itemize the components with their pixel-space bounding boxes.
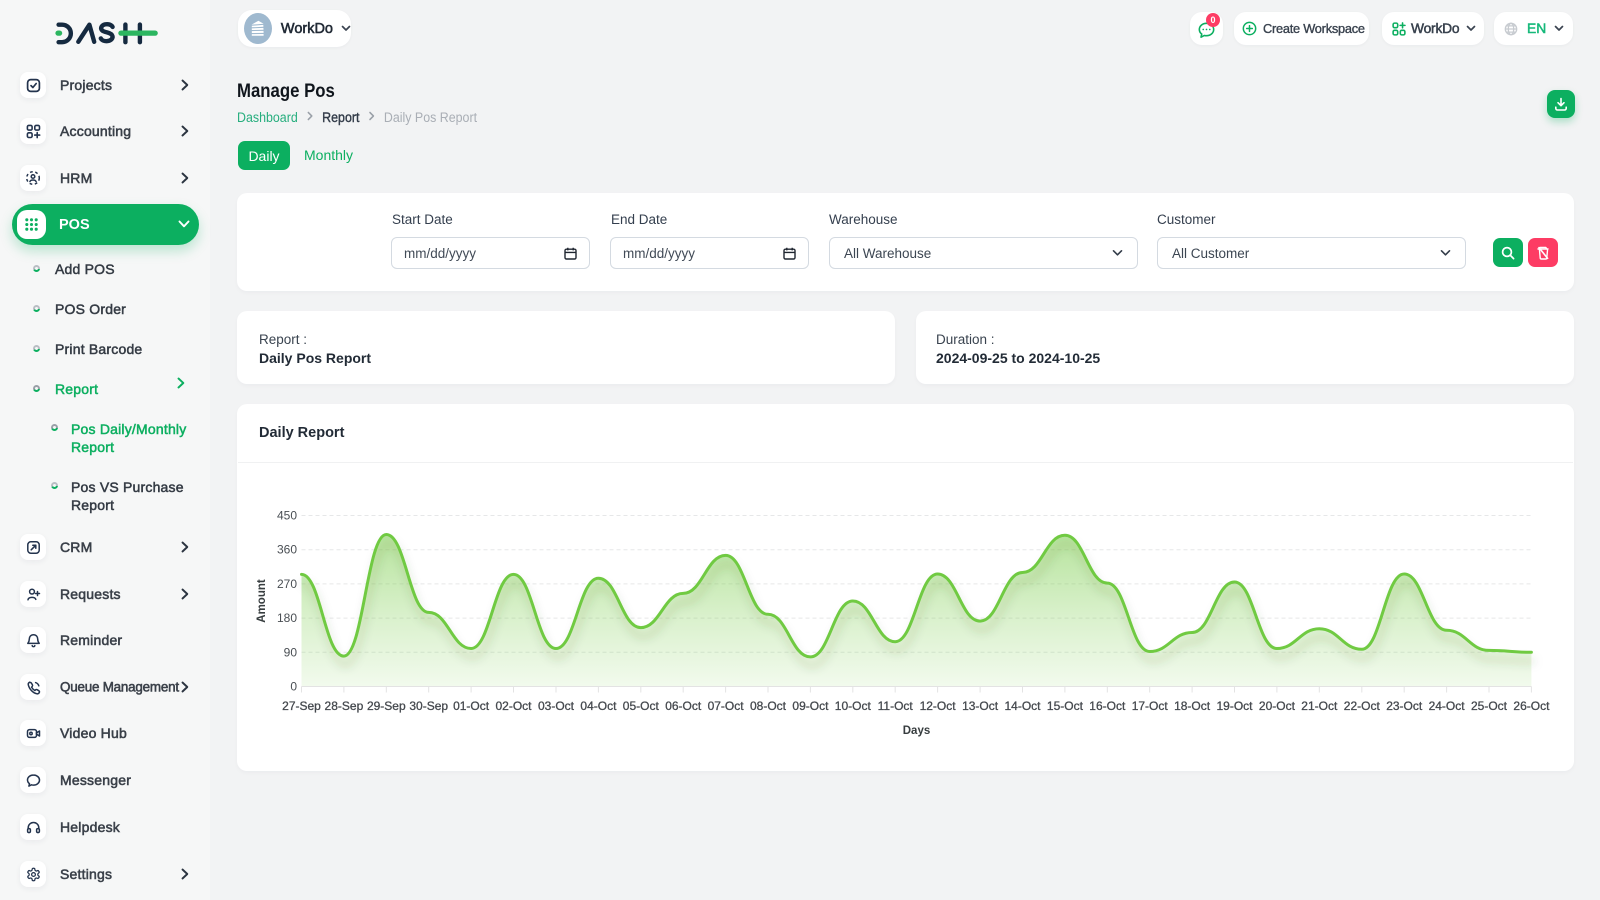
svg-text:360: 360 (277, 543, 297, 557)
svg-text:270: 270 (277, 577, 297, 591)
svg-text:10-Oct: 10-Oct (835, 699, 872, 713)
svg-text:12-Oct: 12-Oct (920, 699, 957, 713)
svg-text:180: 180 (277, 611, 297, 625)
svg-text:23-Oct: 23-Oct (1386, 699, 1423, 713)
svg-text:09-Oct: 09-Oct (792, 699, 829, 713)
svg-text:28-Sep: 28-Sep (325, 699, 364, 713)
svg-text:24-Oct: 24-Oct (1429, 699, 1466, 713)
svg-text:29-Sep: 29-Sep (367, 699, 406, 713)
svg-text:13-Oct: 13-Oct (962, 699, 999, 713)
svg-text:11-Oct: 11-Oct (878, 699, 914, 713)
svg-text:30-Sep: 30-Sep (409, 699, 448, 713)
svg-text:16-Oct: 16-Oct (1089, 699, 1126, 713)
svg-text:Amount: Amount (256, 579, 268, 623)
svg-text:21-Oct: 21-Oct (1301, 699, 1338, 713)
svg-text:05-Oct: 05-Oct (623, 699, 660, 713)
svg-text:18-Oct: 18-Oct (1174, 699, 1211, 713)
svg-text:450: 450 (277, 509, 297, 523)
svg-text:06-Oct: 06-Oct (665, 699, 702, 713)
svg-text:19-Oct: 19-Oct (1216, 699, 1253, 713)
svg-text:27-Sep: 27-Sep (282, 699, 321, 713)
svg-text:14-Oct: 14-Oct (1004, 699, 1041, 713)
svg-text:08-Oct: 08-Oct (750, 699, 787, 713)
svg-text:03-Oct: 03-Oct (538, 699, 575, 713)
svg-text:26-Oct: 26-Oct (1513, 699, 1550, 713)
svg-text:17-Oct: 17-Oct (1132, 699, 1169, 713)
svg-text:04-Oct: 04-Oct (580, 699, 617, 713)
svg-text:07-Oct: 07-Oct (708, 699, 745, 713)
svg-text:0: 0 (290, 680, 297, 694)
svg-text:02-Oct: 02-Oct (495, 699, 532, 713)
svg-text:15-Oct: 15-Oct (1047, 699, 1084, 713)
svg-text:Days: Days (903, 725, 931, 737)
svg-text:01-Oct: 01-Oct (453, 699, 490, 713)
svg-text:22-Oct: 22-Oct (1344, 699, 1381, 713)
svg-text:90: 90 (284, 645, 298, 659)
svg-text:20-Oct: 20-Oct (1259, 699, 1296, 713)
svg-text:25-Oct: 25-Oct (1471, 699, 1508, 713)
